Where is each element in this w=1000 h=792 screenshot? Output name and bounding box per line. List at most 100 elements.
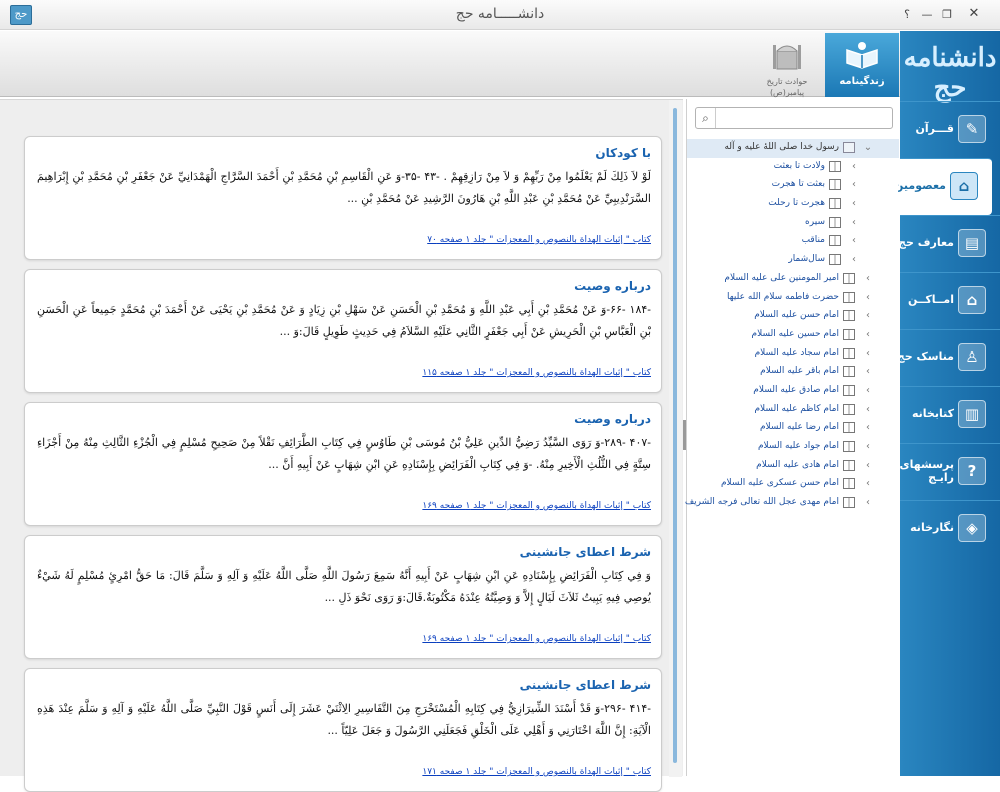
gallery-icon: ◈ bbox=[958, 514, 986, 542]
tree-node-label: امام سجاد علیه السلام bbox=[754, 347, 839, 358]
book-icon bbox=[829, 179, 841, 191]
card-title[interactable]: درباره وصیت bbox=[37, 412, 651, 432]
scrollbar-thumb[interactable] bbox=[673, 108, 677, 763]
tree-node[interactable]: › امام باقر علیه السلام bbox=[687, 363, 899, 382]
tree-node[interactable]: › سیره bbox=[687, 214, 899, 233]
card-title[interactable]: درباره وصیت bbox=[37, 279, 651, 299]
card-source-link[interactable]: کتاب " إثبات الهداة بالنصوص و المعجزات "… bbox=[361, 501, 651, 511]
card-body: -۱۸۴ -۶۶-وَ عَنْ مُحَمَّدِ بْنِ أَبِي عَ… bbox=[37, 303, 651, 338]
card-title[interactable]: با کودکان bbox=[37, 146, 651, 166]
tree-node-label: امام رضا علیه السلام bbox=[759, 422, 839, 433]
shrine-icon: ⌂ bbox=[950, 172, 978, 200]
main-sidebar: دانشنامه حج قـــرآن ✎ معصومین ⌂ معارف حج… bbox=[894, 31, 1000, 776]
quran-icon: ✎ bbox=[958, 115, 986, 143]
book-icon bbox=[843, 142, 855, 153]
card-source-link[interactable]: کتاب " إثبات الهداة بالنصوص و المعجزات "… bbox=[361, 368, 651, 378]
shrine-icon bbox=[773, 45, 801, 70]
chevron-right-icon[interactable]: › bbox=[863, 401, 873, 418]
sidebar-item-faq[interactable]: پرسشهای رایـج ? bbox=[900, 443, 1000, 500]
chevron-down-icon[interactable]: ⌄ bbox=[863, 139, 873, 156]
close-button[interactable]: ✕ bbox=[962, 6, 986, 21]
tree-node[interactable]: › امام مهدی عجل الله تعالی فرجه الشریف bbox=[684, 494, 899, 513]
chevron-right-icon[interactable]: › bbox=[863, 475, 873, 492]
tree-node[interactable]: › بعثت تا هجرت bbox=[687, 176, 899, 195]
chevron-right-icon[interactable]: › bbox=[863, 457, 873, 474]
tree-node-label: هجرت تا رحلت bbox=[768, 198, 825, 209]
restore-button[interactable]: ❐ bbox=[938, 8, 956, 21]
card-body: -۴۰۷ -۲۸۹-وَ رَوَى السَّيِّدُ رَضِيُّ ال… bbox=[37, 436, 651, 471]
card-title[interactable]: شرط اعطای جانشینی bbox=[37, 678, 651, 698]
chevron-right-icon[interactable]: › bbox=[849, 232, 859, 249]
tree-node[interactable]: › امام رضا علیه السلام bbox=[687, 419, 899, 438]
tree-node[interactable]: › امام حسن علیه السلام bbox=[687, 307, 899, 326]
search-icon[interactable]: ⌕ bbox=[696, 108, 716, 128]
card-body: لَوْ لاَ ذَلِكَ لَمْ يَعْلَمُوا مِنْ رَب… bbox=[37, 170, 651, 205]
chevron-right-icon[interactable]: › bbox=[849, 195, 859, 212]
minimize-button[interactable]: — bbox=[918, 8, 936, 21]
tree-node[interactable]: › امام حسن عسکری علیه السلام bbox=[687, 475, 899, 494]
tree-node[interactable]: › حضرت فاطمه سلام الله علیها bbox=[687, 289, 899, 308]
tab-prophet-events[interactable]: حوادث تاریخ پیامبر(ص) bbox=[750, 33, 824, 97]
book-icon bbox=[843, 291, 855, 303]
sidebar-item-masoomin[interactable]: معصومین ⌂ bbox=[894, 158, 992, 215]
tree-panel: ⌕ ⌄ رسول خدا صلی اللهٔ علیه و آله › ولادت ت… bbox=[684, 99, 899, 776]
tree-node-label: امام هادی علیه السلام bbox=[756, 459, 839, 470]
tree-node[interactable]: › امیر المومنین علی علیه السلام bbox=[687, 270, 899, 289]
sidebar-item-places[interactable]: امــاکــن ⌂ bbox=[900, 272, 1000, 329]
sidebar-item-gallery[interactable]: نگارخانه ◈ bbox=[900, 500, 1000, 557]
chevron-right-icon[interactable]: › bbox=[863, 494, 873, 511]
tree-node-label: امام مهدی عجل الله تعالی فرجه الشریف bbox=[684, 497, 839, 508]
tree-node[interactable]: › هجرت تا رحلت bbox=[687, 195, 899, 214]
book-icon bbox=[843, 347, 855, 359]
chevron-right-icon[interactable]: › bbox=[863, 289, 873, 306]
tree-node[interactable]: › امام سجاد علیه السلام bbox=[687, 345, 899, 364]
tree-node[interactable]: › امام حسین علیه السلام bbox=[687, 326, 899, 345]
sidebar-item-library[interactable]: کتابخانه ▥ bbox=[900, 386, 1000, 443]
book-icon bbox=[843, 497, 855, 509]
tree-node[interactable]: › امام صادق علیه السلام bbox=[687, 382, 899, 401]
pilgrim-icon: ♙ bbox=[958, 343, 986, 371]
tree-node[interactable]: › سال‌شمار bbox=[687, 251, 899, 270]
card-source-link[interactable]: کتاب " إثبات الهداة بالنصوص و المعجزات "… bbox=[361, 235, 651, 245]
tree-node[interactable]: › ولادت تا بعثت bbox=[687, 158, 899, 177]
chevron-right-icon[interactable]: › bbox=[863, 345, 873, 362]
chevron-right-icon[interactable]: › bbox=[849, 176, 859, 193]
chevron-right-icon[interactable]: › bbox=[849, 214, 859, 231]
chevron-right-icon[interactable]: › bbox=[863, 438, 873, 455]
sidebar-item-quran[interactable]: قـــرآن ✎ bbox=[900, 101, 1000, 158]
chevron-right-icon[interactable]: › bbox=[849, 158, 859, 175]
card-source-link[interactable]: کتاب " إثبات الهداة بالنصوص و المعجزات "… bbox=[361, 634, 651, 644]
tree-node-label: مناقب bbox=[801, 235, 825, 246]
search-input[interactable] bbox=[718, 109, 890, 127]
tree-node-label: امام حسین علیه السلام bbox=[751, 328, 839, 339]
sidebar-item-hajj-knowledge[interactable]: معارف حج ▤ bbox=[898, 215, 1000, 272]
panel-splitter[interactable] bbox=[683, 420, 686, 450]
chevron-right-icon[interactable]: › bbox=[863, 419, 873, 436]
book-icon: ▤ bbox=[958, 229, 986, 257]
tree-node[interactable]: › مناقب bbox=[687, 232, 899, 251]
card-title[interactable]: شرط اعطای جانشینی bbox=[37, 545, 651, 565]
chevron-right-icon[interactable]: › bbox=[863, 270, 873, 287]
tree-node[interactable]: ⌄ رسول خدا صلی اللهٔ علیه و آله bbox=[687, 139, 899, 158]
search-box: ⌕ bbox=[695, 107, 893, 129]
tree-node-label: امام کاظم علیه السلام bbox=[754, 403, 839, 414]
book-icon bbox=[843, 366, 855, 378]
book-icon bbox=[843, 441, 855, 452]
sidebar-item-rituals[interactable]: مناسک حج ♙ bbox=[897, 329, 1000, 386]
tab-biography[interactable]: زندگینامه bbox=[825, 33, 899, 97]
tree-node-label: امام صادق علیه السلام bbox=[753, 384, 839, 395]
help-button[interactable]: ؟ bbox=[898, 8, 916, 21]
chevron-right-icon[interactable]: › bbox=[849, 251, 859, 268]
chevron-right-icon[interactable]: › bbox=[863, 326, 873, 343]
mosque-icon: ⌂ bbox=[958, 286, 986, 314]
chevron-right-icon[interactable]: › bbox=[863, 307, 873, 324]
tree-node-label: امام جواد علیه السلام bbox=[757, 441, 839, 451]
tree-node[interactable]: › امام کاظم علیه السلام bbox=[687, 401, 899, 420]
chevron-right-icon[interactable]: › bbox=[863, 363, 873, 380]
books-icon: ▥ bbox=[958, 400, 986, 428]
chevron-right-icon[interactable]: › bbox=[863, 382, 873, 399]
tree-node[interactable]: › امام جواد علیه السلام bbox=[687, 438, 899, 457]
tree-node[interactable]: › امام هادی علیه السلام bbox=[687, 457, 899, 476]
sidebar-item-label: نگارخانه bbox=[910, 521, 954, 534]
sidebar-item-label: قـــرآن bbox=[915, 122, 954, 135]
